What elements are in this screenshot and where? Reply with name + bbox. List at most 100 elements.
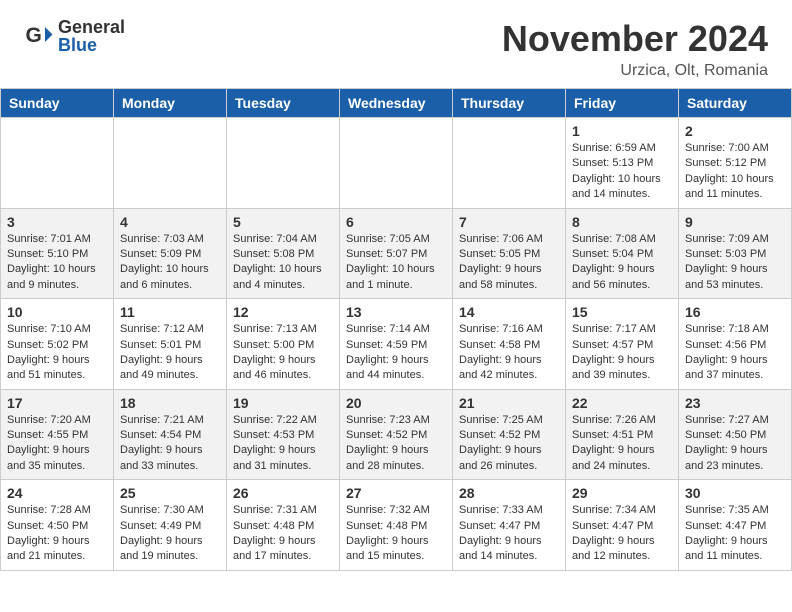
day-detail: Sunrise: 7:03 AM Sunset: 5:09 PM Dayligh… [120, 232, 220, 294]
calendar-week-row: 1 Sunrise: 6:59 AM Sunset: 5:13 PM Daylig… [1, 118, 792, 209]
day-number: 16 [685, 304, 785, 320]
day-detail: Sunrise: 7:30 AM Sunset: 4:49 PM Dayligh… [120, 503, 220, 565]
day-of-week-header: Friday [566, 89, 679, 118]
calendar-cell: 1 Sunrise: 6:59 AM Sunset: 5:13 PM Daylig… [566, 118, 679, 209]
day-number: 28 [459, 485, 559, 501]
day-detail: Sunrise: 7:26 AM Sunset: 4:51 PM Dayligh… [572, 413, 672, 475]
day-detail: Sunrise: 7:31 AM Sunset: 4:48 PM Dayligh… [233, 503, 333, 565]
day-of-week-header: Saturday [679, 89, 792, 118]
location-text: Urzica, Olt, Romania [502, 62, 768, 80]
calendar-cell: 20 Sunrise: 7:23 AM Sunset: 4:52 PM Dayli… [340, 389, 453, 480]
day-detail: Sunrise: 6:59 AM Sunset: 5:13 PM Dayligh… [572, 141, 672, 203]
calendar-cell [227, 118, 340, 209]
day-number: 5 [233, 214, 333, 230]
calendar-cell: 22 Sunrise: 7:26 AM Sunset: 4:51 PM Dayli… [566, 389, 679, 480]
calendar-cell: 8Sunrise: 7:08 AM Sunset: 5:04 PM Daylig… [566, 208, 679, 299]
day-detail: Sunrise: 7:14 AM Sunset: 4:59 PM Dayligh… [346, 322, 446, 384]
calendar-cell: 11Sunrise: 7:12 AM Sunset: 5:01 PM Dayli… [114, 299, 227, 390]
day-number: 18 [120, 395, 220, 411]
day-detail: Sunrise: 7:10 AM Sunset: 5:02 PM Dayligh… [7, 322, 107, 384]
day-detail: Sunrise: 7:08 AM Sunset: 5:04 PM Dayligh… [572, 232, 672, 294]
day-number: 9 [685, 214, 785, 230]
calendar-cell: 12 Sunrise: 7:13 AM Sunset: 5:00 PM Dayli… [227, 299, 340, 390]
calendar-cell: 25 Sunrise: 7:30 AM Sunset: 4:49 PM Dayli… [114, 480, 227, 571]
day-detail: Sunrise: 7:16 AM Sunset: 4:58 PM Dayligh… [459, 322, 559, 384]
calendar-cell: 30Sunrise: 7:35 AM Sunset: 4:47 PM Dayli… [679, 480, 792, 571]
calendar-cell: 15 Sunrise: 7:17 AM Sunset: 4:57 PM Dayli… [566, 299, 679, 390]
day-of-week-header: Tuesday [227, 89, 340, 118]
day-detail: Sunrise: 7:25 AM Sunset: 4:52 PM Dayligh… [459, 413, 559, 475]
day-detail: Sunrise: 7:22 AM Sunset: 4:53 PM Dayligh… [233, 413, 333, 475]
day-detail: Sunrise: 7:09 AM Sunset: 5:03 PM Dayligh… [685, 232, 785, 294]
day-detail: Sunrise: 7:00 AM Sunset: 5:12 PM Dayligh… [685, 141, 785, 203]
calendar-cell: 27 Sunrise: 7:32 AM Sunset: 4:48 PM Dayli… [340, 480, 453, 571]
calendar-cell: 18 Sunrise: 7:21 AM Sunset: 4:54 PM Dayli… [114, 389, 227, 480]
day-detail: Sunrise: 7:28 AM Sunset: 4:50 PM Dayligh… [7, 503, 107, 565]
day-detail: Sunrise: 7:17 AM Sunset: 4:57 PM Dayligh… [572, 322, 672, 384]
calendar-cell: 28 Sunrise: 7:33 AM Sunset: 4:47 PM Dayli… [453, 480, 566, 571]
page-header: G General Blue November 2024 Urzica, Olt… [0, 0, 792, 88]
day-number: 15 [572, 304, 672, 320]
calendar-week-row: 10 Sunrise: 7:10 AM Sunset: 5:02 PM Dayli… [1, 299, 792, 390]
calendar-cell: 16 Sunrise: 7:18 AM Sunset: 4:56 PM Dayli… [679, 299, 792, 390]
day-detail: Sunrise: 7:13 AM Sunset: 5:00 PM Dayligh… [233, 322, 333, 384]
day-number: 25 [120, 485, 220, 501]
logo-icon: G [24, 21, 54, 51]
day-of-week-header: Monday [114, 89, 227, 118]
day-number: 12 [233, 304, 333, 320]
day-number: 27 [346, 485, 446, 501]
day-detail: Sunrise: 7:33 AM Sunset: 4:47 PM Dayligh… [459, 503, 559, 565]
day-number: 13 [346, 304, 446, 320]
day-detail: Sunrise: 7:32 AM Sunset: 4:48 PM Dayligh… [346, 503, 446, 565]
calendar-week-row: 3Sunrise: 7:01 AM Sunset: 5:10 PM Daylig… [1, 208, 792, 299]
day-detail: Sunrise: 7:18 AM Sunset: 4:56 PM Dayligh… [685, 322, 785, 384]
logo-blue-text: Blue [58, 36, 125, 54]
day-detail: Sunrise: 7:01 AM Sunset: 5:10 PM Dayligh… [7, 232, 107, 294]
day-number: 4 [120, 214, 220, 230]
day-number: 22 [572, 395, 672, 411]
day-number: 30 [685, 485, 785, 501]
calendar-cell: 7Sunrise: 7:06 AM Sunset: 5:05 PM Daylig… [453, 208, 566, 299]
day-of-week-header: Sunday [1, 89, 114, 118]
day-number: 21 [459, 395, 559, 411]
calendar-week-row: 17Sunrise: 7:20 AM Sunset: 4:55 PM Dayli… [1, 389, 792, 480]
calendar-cell: 17Sunrise: 7:20 AM Sunset: 4:55 PM Dayli… [1, 389, 114, 480]
logo: G General Blue [24, 18, 125, 54]
calendar-cell: 24 Sunrise: 7:28 AM Sunset: 4:50 PM Dayli… [1, 480, 114, 571]
day-number: 6 [346, 214, 446, 230]
calendar-cell: 23Sunrise: 7:27 AM Sunset: 4:50 PM Dayli… [679, 389, 792, 480]
calendar-table: SundayMondayTuesdayWednesdayThursdayFrid… [0, 88, 792, 571]
day-number: 7 [459, 214, 559, 230]
calendar-cell: 2 Sunrise: 7:00 AM Sunset: 5:12 PM Daylig… [679, 118, 792, 209]
calendar-cell [1, 118, 114, 209]
day-number: 10 [7, 304, 107, 320]
calendar-cell: 14Sunrise: 7:16 AM Sunset: 4:58 PM Dayli… [453, 299, 566, 390]
calendar-cell: 19Sunrise: 7:22 AM Sunset: 4:53 PM Dayli… [227, 389, 340, 480]
day-number: 1 [572, 123, 672, 139]
calendar-cell: 13 Sunrise: 7:14 AM Sunset: 4:59 PM Dayli… [340, 299, 453, 390]
calendar-cell: 3Sunrise: 7:01 AM Sunset: 5:10 PM Daylig… [1, 208, 114, 299]
calendar-cell [114, 118, 227, 209]
calendar-cell: 4 Sunrise: 7:03 AM Sunset: 5:09 PM Daylig… [114, 208, 227, 299]
calendar-cell [340, 118, 453, 209]
day-number: 2 [685, 123, 785, 139]
calendar-cell: 9 Sunrise: 7:09 AM Sunset: 5:03 PM Daylig… [679, 208, 792, 299]
calendar-cell: 26 Sunrise: 7:31 AM Sunset: 4:48 PM Dayli… [227, 480, 340, 571]
day-number: 11 [120, 304, 220, 320]
calendar-week-row: 24 Sunrise: 7:28 AM Sunset: 4:50 PM Dayli… [1, 480, 792, 571]
calendar-cell: 6Sunrise: 7:05 AM Sunset: 5:07 PM Daylig… [340, 208, 453, 299]
day-number: 29 [572, 485, 672, 501]
day-of-week-header: Wednesday [340, 89, 453, 118]
day-detail: Sunrise: 7:34 AM Sunset: 4:47 PM Dayligh… [572, 503, 672, 565]
calendar-cell [453, 118, 566, 209]
calendar-cell: 29 Sunrise: 7:34 AM Sunset: 4:47 PM Dayli… [566, 480, 679, 571]
day-detail: Sunrise: 7:21 AM Sunset: 4:54 PM Dayligh… [120, 413, 220, 475]
day-detail: Sunrise: 7:23 AM Sunset: 4:52 PM Dayligh… [346, 413, 446, 475]
day-detail: Sunrise: 7:04 AM Sunset: 5:08 PM Dayligh… [233, 232, 333, 294]
day-number: 23 [685, 395, 785, 411]
day-number: 26 [233, 485, 333, 501]
day-number: 20 [346, 395, 446, 411]
day-number: 24 [7, 485, 107, 501]
calendar-cell: 21 Sunrise: 7:25 AM Sunset: 4:52 PM Dayli… [453, 389, 566, 480]
calendar-cell: 10 Sunrise: 7:10 AM Sunset: 5:02 PM Dayli… [1, 299, 114, 390]
